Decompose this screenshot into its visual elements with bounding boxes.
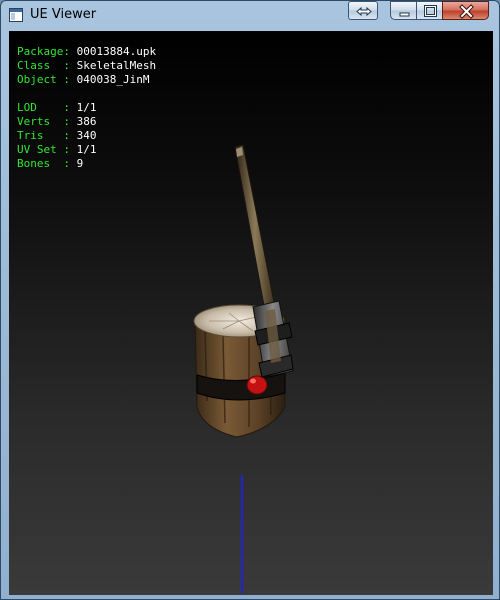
maximize-button[interactable]: [416, 1, 443, 20]
title-bar[interactable]: UE Viewer: [1, 1, 499, 31]
minimize-icon: [399, 12, 410, 17]
close-button[interactable]: [442, 1, 489, 20]
app-icon: [9, 8, 23, 22]
minimize-button[interactable]: [390, 1, 417, 20]
window-title: UE Viewer: [30, 7, 97, 22]
3d-viewport[interactable]: Package: 00013884.upk Class : SkeletalMe…: [9, 31, 493, 595]
swap-arrows-icon: [356, 6, 372, 17]
restore-button[interactable]: [348, 1, 378, 20]
skeletal-mesh-model: [193, 144, 294, 438]
app-window: UE Viewer Package: 00013884.upk Class: …: [0, 0, 500, 600]
close-icon: [459, 4, 474, 19]
maximize-icon: [424, 5, 437, 17]
bone-axis-line: [241, 475, 243, 593]
